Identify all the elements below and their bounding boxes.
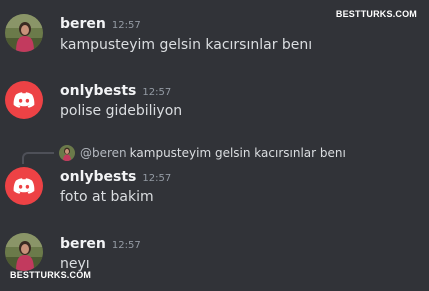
reply-reference[interactable]: @beren kampusteyim gelsin kacırsınlar ben… xyxy=(22,145,422,165)
reply-spine xyxy=(22,152,54,164)
beren-avatar[interactable] xyxy=(5,14,43,52)
message-content: kampusteyim gelsin kacırsınlar benı xyxy=(60,37,313,53)
reply-avatar xyxy=(59,145,75,161)
message-content: foto at bakim xyxy=(60,189,154,205)
message-author[interactable]: onlybests xyxy=(60,169,136,185)
discord-logo-icon xyxy=(13,92,35,108)
watermark-bottom: BESTTURKS.COM xyxy=(10,270,92,280)
onlybests-avatar[interactable] xyxy=(5,167,43,205)
photo-avatar-icon xyxy=(5,233,43,271)
message-timestamp: 12:57 xyxy=(111,20,141,31)
watermark-top: BESTTURKS.COM xyxy=(335,9,417,19)
message-author[interactable]: beren xyxy=(60,16,106,32)
message-timestamp: 12:57 xyxy=(111,240,141,251)
discord-logo-icon xyxy=(13,178,35,194)
reply-content[interactable]: kampusteyim gelsin kacırsınlar benı xyxy=(130,146,346,160)
message-author[interactable]: onlybests xyxy=(60,83,136,99)
onlybests-avatar[interactable] xyxy=(5,81,43,119)
beren-avatar[interactable] xyxy=(5,233,43,271)
message-timestamp: 12:57 xyxy=(142,173,172,184)
message-timestamp: 12:57 xyxy=(142,87,172,98)
photo-avatar-icon xyxy=(59,145,75,161)
reply-author[interactable]: @beren xyxy=(80,146,127,160)
photo-avatar-icon xyxy=(5,14,43,52)
message-content: polise gidebiliyon xyxy=(60,103,183,119)
message-author[interactable]: beren xyxy=(60,236,106,252)
